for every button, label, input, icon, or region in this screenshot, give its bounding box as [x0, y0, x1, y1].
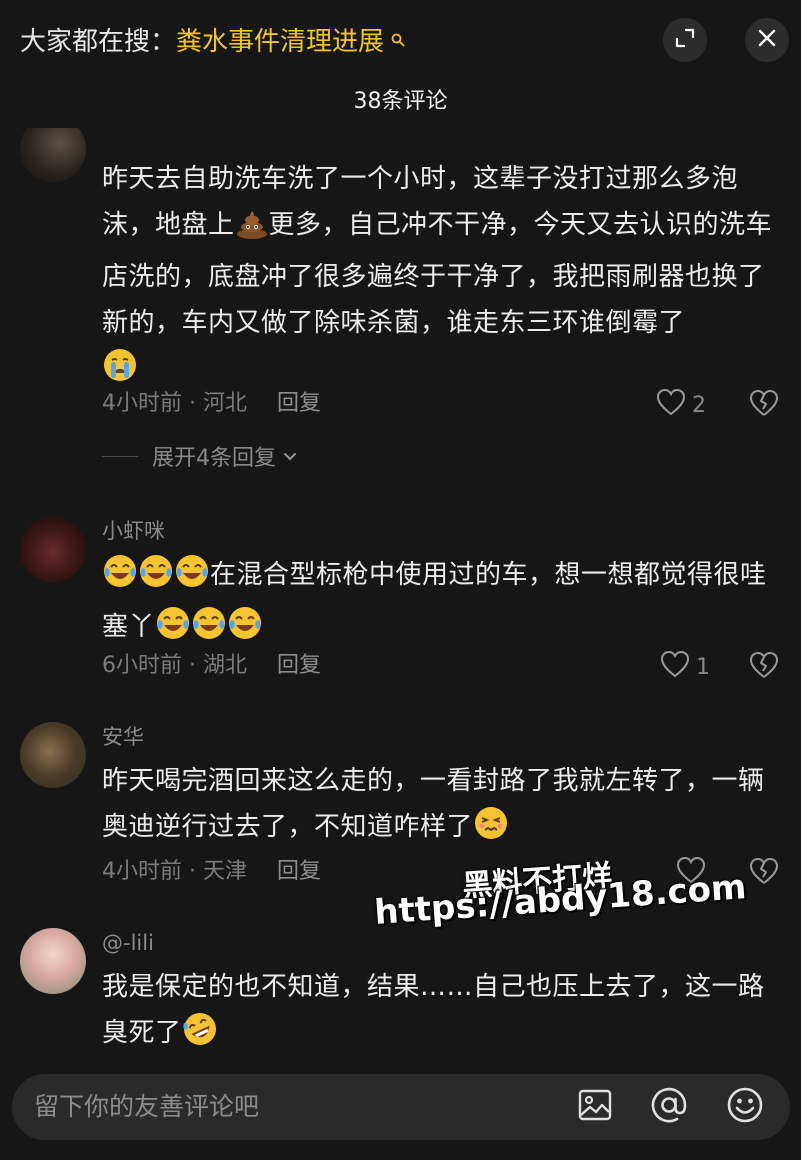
- reply-button[interactable]: 回复: [277, 391, 321, 416]
- comment-input[interactable]: 留下你的友善评论吧: [12, 1074, 790, 1140]
- tears-of-joy-icon: [227, 605, 263, 656]
- dislike-icon: [749, 390, 779, 421]
- avatar[interactable]: [20, 516, 86, 582]
- search-icon: [386, 32, 405, 52]
- expand-replies-label: 展开4条回复: [152, 446, 276, 471]
- comment-time-location: 4小时前 · 天津: [102, 859, 247, 884]
- confounded-face-icon: [473, 805, 509, 856]
- dislike-icon: [749, 652, 779, 683]
- emoji-icon: [726, 1086, 764, 1128]
- expand-button[interactable]: [663, 18, 707, 62]
- reply-button[interactable]: 回复: [277, 859, 321, 884]
- at-icon: [650, 1086, 688, 1128]
- tears-of-joy-icon: [102, 553, 138, 604]
- dislike-button[interactable]: [749, 857, 779, 889]
- divider: [102, 455, 138, 457]
- rolling-laughing-icon: [182, 1011, 218, 1062]
- comment-input-placeholder: 留下你的友善评论吧: [34, 1092, 260, 1121]
- trending-search[interactable]: 大家都在搜：粪水事件清理进展: [20, 24, 405, 60]
- avatar[interactable]: [20, 722, 86, 788]
- trending-search-term[interactable]: 粪水事件清理进展: [176, 27, 384, 57]
- comment-text: 在混合型标枪中使用过的车，想一想都觉得很哇塞丫: [102, 552, 782, 656]
- avatar[interactable]: [20, 128, 86, 182]
- expand-icon: [674, 27, 696, 53]
- comment-text: 昨天去自助洗车洗了一个小时，这辈子没打过那么多泡沫，地盘上 更多，自己冲不干净，今…: [102, 156, 782, 398]
- like-count: 1: [696, 654, 710, 680]
- comment-time-location: 4小时前 · 河北: [102, 391, 247, 416]
- comment-text: 昨天喝完酒回来这么走的，一看封路了我就左转了，一辆奥迪逆行过去了，不知道咋样了: [102, 758, 782, 856]
- like-count: 2: [692, 392, 706, 418]
- username[interactable]: 安华: [102, 722, 144, 752]
- dislike-icon: [749, 858, 779, 889]
- heart-icon: [656, 388, 686, 422]
- poop-emoji-icon: [235, 208, 269, 254]
- tears-of-joy-icon: [155, 605, 191, 656]
- comment-count-title: 38条评论: [353, 89, 448, 114]
- comment-text: 我是保定的也不知道，结果……自己也压上去了，这一路臭死了: [102, 964, 782, 1062]
- emoji-button[interactable]: [724, 1086, 766, 1128]
- chevron-down-icon: [282, 444, 298, 469]
- image-button[interactable]: [574, 1086, 616, 1128]
- dislike-button[interactable]: [749, 651, 779, 683]
- avatar[interactable]: [20, 928, 86, 994]
- close-button[interactable]: [745, 18, 789, 62]
- comment-meta: 4小时前 · 河北 回复: [102, 389, 321, 419]
- username[interactable]: @-lili: [102, 928, 154, 958]
- tears-of-joy-icon: [174, 553, 210, 604]
- comments-sheet: 大家都在搜：粪水事件清理进展 38条评论 昨天去自助洗车洗了一个小时，这辈子没打…: [0, 0, 801, 1160]
- username[interactable]: 小虾咪: [102, 516, 165, 546]
- comment-composer: 留下你的友善评论吧: [0, 1062, 801, 1160]
- dislike-button[interactable]: [749, 389, 779, 421]
- expand-replies-button[interactable]: 展开4条回复: [102, 440, 298, 472]
- image-icon: [577, 1088, 613, 1126]
- comment-meta: 4小时前 · 天津 回复: [102, 857, 321, 887]
- like-button[interactable]: 2: [656, 388, 706, 422]
- reply-button[interactable]: 回复: [277, 653, 321, 678]
- heart-icon: [660, 650, 690, 684]
- like-button[interactable]: 1: [660, 650, 710, 684]
- tears-of-joy-icon: [138, 553, 174, 604]
- comment-time-location: 6小时前 · 湖北: [102, 653, 247, 678]
- header: 大家都在搜：粪水事件清理进展: [0, 0, 801, 84]
- trending-search-prefix: 大家都在搜：: [20, 27, 177, 57]
- comment-meta: 6小时前 · 湖北 回复: [102, 651, 321, 681]
- tears-of-joy-icon: [191, 605, 227, 656]
- mention-button[interactable]: [648, 1086, 690, 1128]
- close-icon: [756, 27, 778, 53]
